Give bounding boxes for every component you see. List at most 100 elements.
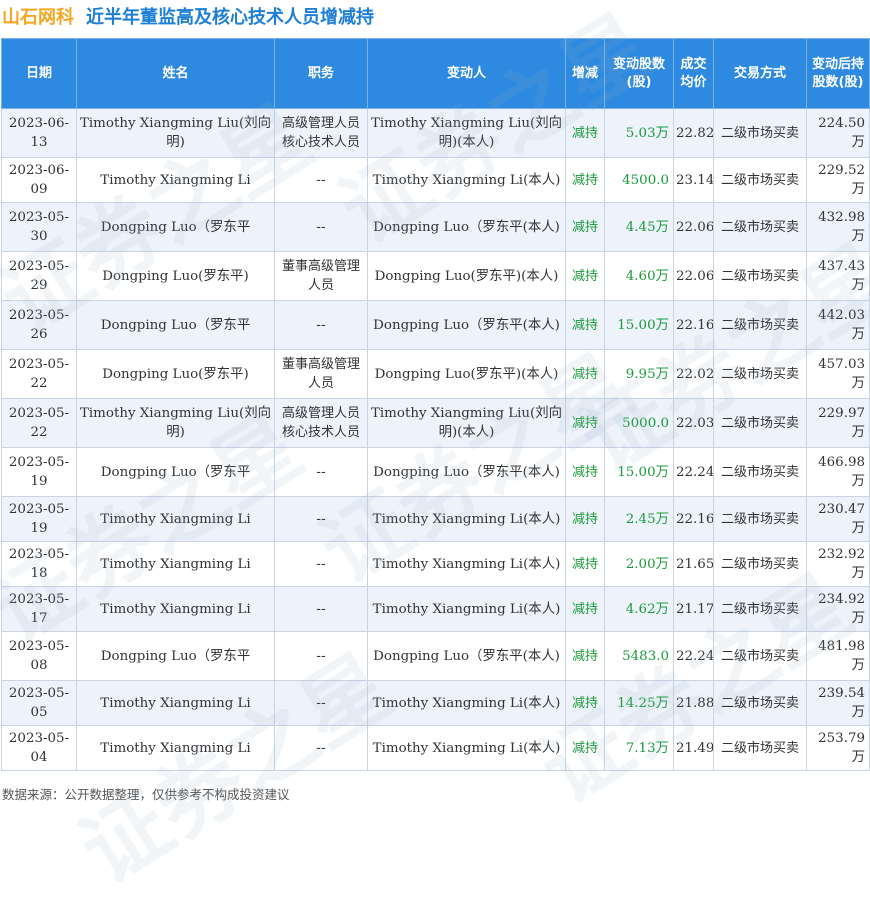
cell-method: 二级市场买卖: [713, 157, 807, 203]
col-header-date: 日期: [1, 38, 77, 109]
cell-date: 2023-06-09: [1, 157, 77, 203]
cell-role: --: [274, 541, 368, 587]
cell-direction: 减持: [565, 631, 605, 681]
cell-direction: 减持: [565, 108, 605, 158]
col-header-price: 成交均价: [673, 38, 714, 109]
cell-direction: 减持: [565, 586, 605, 632]
cell-shares: 5.03万: [604, 108, 674, 158]
cell-method: 二级市场买卖: [713, 541, 807, 587]
cell-name: Dongping Luo(罗东平): [76, 251, 275, 301]
cell-changer: Timothy Xiangming Li(本人): [367, 496, 566, 542]
cell-method: 二级市场买卖: [713, 202, 807, 252]
cell-name: Dongping Luo（罗东平: [76, 447, 275, 497]
table-row: 2023-05-04 Timothy Xiangming Li -- Timothy …: [1, 725, 870, 771]
cell-direction: 减持: [565, 447, 605, 497]
cell-direction: 减持: [565, 496, 605, 542]
cell-date: 2023-05-04: [1, 725, 77, 771]
cell-holding: 239.54万: [806, 680, 870, 726]
table-row: 2023-05-26 Dongping Luo（罗东平 -- Dongping Luo…: [1, 300, 870, 350]
cell-price: 22.06: [673, 202, 714, 252]
table-row: 2023-06-13 Timothy Xiangming Liu(刘向明) 高级管理…: [1, 108, 870, 158]
cell-name: Timothy Xiangming Li: [76, 496, 275, 542]
cell-holding: 442.03万: [806, 300, 870, 350]
cell-changer: Dongping Luo（罗东平(本人): [367, 202, 566, 252]
cell-name: Dongping Luo（罗东平: [76, 631, 275, 681]
cell-price: 22.03: [673, 398, 714, 448]
cell-method: 二级市场买卖: [713, 398, 807, 448]
cell-direction: 减持: [565, 725, 605, 771]
cell-changer: Dongping Luo(罗东平)(本人): [367, 251, 566, 301]
cell-holding: 224.50万: [806, 108, 870, 158]
page-title: 近半年董监高及核心技术人员增减持: [86, 7, 374, 28]
cell-name: Timothy Xiangming Liu(刘向明): [76, 398, 275, 448]
table-row: 2023-05-05 Timothy Xiangming Li -- Timothy …: [1, 680, 870, 726]
cell-holding: 481.98万: [806, 631, 870, 681]
cell-shares: 4.45万: [604, 202, 674, 252]
cell-role: --: [274, 496, 368, 542]
cell-date: 2023-05-30: [1, 202, 77, 252]
cell-date: 2023-06-13: [1, 108, 77, 158]
cell-role: 董事高级管理人员: [274, 251, 368, 301]
cell-holding: 229.52万: [806, 157, 870, 203]
cell-name: Dongping Luo(罗东平): [76, 349, 275, 399]
cell-name: Timothy Xiangming Liu(刘向明): [76, 108, 275, 158]
cell-changer: Timothy Xiangming Li(本人): [367, 586, 566, 632]
cell-role: --: [274, 447, 368, 497]
cell-price: 22.16: [673, 496, 714, 542]
cell-method: 二级市场买卖: [713, 251, 807, 301]
cell-method: 二级市场买卖: [713, 725, 807, 771]
cell-direction: 减持: [565, 202, 605, 252]
cell-role: --: [274, 157, 368, 203]
cell-method: 二级市场买卖: [713, 586, 807, 632]
cell-price: 22.02: [673, 349, 714, 399]
cell-holding: 230.47万: [806, 496, 870, 542]
col-header-direction: 增减: [565, 38, 605, 109]
cell-role: --: [274, 680, 368, 726]
cell-price: 22.24: [673, 447, 714, 497]
cell-price: 22.16: [673, 300, 714, 350]
cell-changer: Dongping Luo(罗东平)(本人): [367, 349, 566, 399]
cell-direction: 减持: [565, 157, 605, 203]
table-row: 2023-06-09 Timothy Xiangming Li -- Timothy …: [1, 157, 870, 203]
cell-date: 2023-05-29: [1, 251, 77, 301]
col-header-holding: 变动后持股数(股): [806, 38, 870, 109]
col-header-changer: 变动人: [367, 38, 566, 109]
cell-price: 22.06: [673, 251, 714, 301]
cell-method: 二级市场买卖: [713, 680, 807, 726]
cell-direction: 减持: [565, 251, 605, 301]
cell-shares: 5483.0: [604, 631, 674, 681]
cell-date: 2023-05-18: [1, 541, 77, 587]
cell-price: 22.24: [673, 631, 714, 681]
cell-price: 23.14: [673, 157, 714, 203]
table-row: 2023-05-29 Dongping Luo(罗东平) 董事高级管理人员 Dongp…: [1, 251, 870, 301]
cell-holding: 253.79万: [806, 725, 870, 771]
cell-role: 高级管理人员核心技术人员: [274, 108, 368, 158]
cell-changer: Dongping Luo（罗东平(本人): [367, 300, 566, 350]
cell-role: 高级管理人员核心技术人员: [274, 398, 368, 448]
cell-changer: Timothy Xiangming Li(本人): [367, 725, 566, 771]
cell-date: 2023-05-26: [1, 300, 77, 350]
cell-role: --: [274, 631, 368, 681]
cell-changer: Timothy Xiangming Liu(刘向明)(本人): [367, 108, 566, 158]
cell-name: Dongping Luo（罗东平: [76, 300, 275, 350]
cell-changer: Timothy Xiangming Li(本人): [367, 541, 566, 587]
table-row: 2023-05-17 Timothy Xiangming Li -- Timothy …: [1, 586, 870, 632]
insider-trading-table: 日期 姓名 职务 变动人 增减 变动股数(股) 成交均价 交易方式 变动后持股数…: [1, 38, 870, 771]
cell-holding: 457.03万: [806, 349, 870, 399]
cell-changer: Dongping Luo（罗东平(本人): [367, 631, 566, 681]
cell-role: --: [274, 202, 368, 252]
cell-shares: 7.13万: [604, 725, 674, 771]
data-source-note: 数据来源：公开数据整理，仅供参考不构成投资建议: [2, 787, 290, 802]
table-row: 2023-05-08 Dongping Luo（罗东平 -- Dongping Luo…: [1, 631, 870, 681]
cell-direction: 减持: [565, 680, 605, 726]
cell-holding: 234.92万: [806, 586, 870, 632]
cell-holding: 232.92万: [806, 541, 870, 587]
cell-role: 董事高级管理人员: [274, 349, 368, 399]
cell-changer: Timothy Xiangming Liu(刘向明)(本人): [367, 398, 566, 448]
cell-name: Timothy Xiangming Li: [76, 157, 275, 203]
col-header-role: 职务: [274, 38, 368, 109]
page-header: 山石网科 近半年董监高及核心技术人员增减持: [0, 0, 870, 32]
cell-direction: 减持: [565, 398, 605, 448]
cell-price: 22.82: [673, 108, 714, 158]
cell-role: --: [274, 300, 368, 350]
